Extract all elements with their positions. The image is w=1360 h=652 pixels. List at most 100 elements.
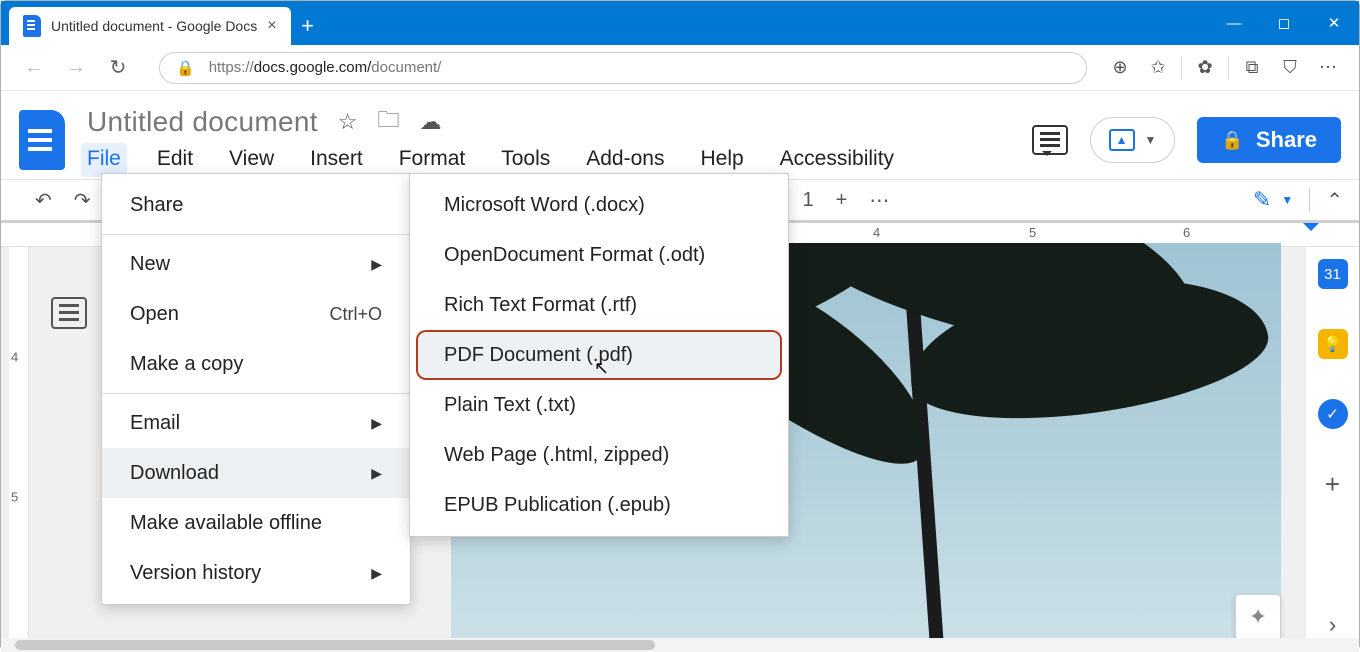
- menu-view[interactable]: View: [223, 143, 280, 177]
- ruler-mark: 5: [11, 490, 18, 505]
- separator: [1181, 56, 1182, 80]
- separator: [1309, 188, 1310, 212]
- docs-favicon: [23, 15, 41, 37]
- download-odt[interactable]: OpenDocument Format (.odt): [416, 230, 782, 280]
- file-menu-make-copy[interactable]: Make a copy: [102, 339, 410, 389]
- menu-help[interactable]: Help: [694, 143, 749, 177]
- add-button[interactable]: +: [836, 189, 848, 212]
- menu-tools[interactable]: Tools: [495, 143, 556, 177]
- download-submenu: Microsoft Word (.docx) OpenDocument Form…: [409, 173, 789, 537]
- collections-icon[interactable]: ⧉: [1235, 51, 1269, 85]
- caret-down-icon: ▼: [1281, 193, 1293, 207]
- overflow-menu-icon[interactable]: ⋯: [1311, 51, 1345, 85]
- document-title[interactable]: Untitled document: [87, 106, 318, 138]
- menu-insert[interactable]: Insert: [304, 143, 369, 177]
- zoom-icon[interactable]: ⊕: [1103, 51, 1137, 85]
- shortcut-label: Ctrl+O: [329, 304, 382, 325]
- docs-header: Untitled document ☆ 🗀 ☁ File Edit View I…: [1, 91, 1359, 179]
- lock-icon: 🔒: [1221, 130, 1243, 151]
- horizontal-scrollbar[interactable]: [1, 638, 1359, 652]
- caret-down-icon: ▼: [1145, 133, 1157, 147]
- ruler-mark: 4: [873, 225, 880, 240]
- separator: [102, 234, 410, 235]
- window-controls: — ◻ ✕: [1209, 1, 1359, 45]
- download-rtf[interactable]: Rich Text Format (.rtf): [416, 280, 782, 330]
- browser-titlebar: Untitled document - Google Docs × + — ◻ …: [1, 1, 1359, 45]
- profile-icon[interactable]: ⛉: [1273, 51, 1307, 85]
- calendar-icon[interactable]: 31: [1318, 259, 1348, 289]
- cloud-status-icon[interactable]: ☁: [420, 109, 442, 135]
- refresh-button[interactable]: ↻: [99, 49, 137, 87]
- star-icon[interactable]: ☆: [338, 109, 358, 135]
- menu-accessibility[interactable]: Accessibility: [774, 143, 900, 177]
- separator: [102, 393, 410, 394]
- document-outline-button[interactable]: [51, 297, 87, 329]
- ruler-right-indent[interactable]: [1303, 223, 1319, 239]
- move-icon[interactable]: 🗀: [378, 103, 400, 141]
- pencil-icon: ✎: [1253, 187, 1271, 213]
- close-window-button[interactable]: ✕: [1309, 1, 1359, 45]
- redo-button[interactable]: ↷: [74, 188, 91, 213]
- ruler-mark: 5: [1029, 225, 1036, 240]
- download-pdf[interactable]: PDF Document (.pdf) ↖: [416, 330, 782, 380]
- menu-addons[interactable]: Add-ons: [580, 143, 670, 177]
- google-docs-app: Untitled document ☆ 🗀 ☁ File Edit View I…: [1, 91, 1359, 652]
- file-menu-open[interactable]: OpenCtrl+O: [102, 289, 410, 339]
- file-menu-version-history[interactable]: Version history▶: [102, 548, 410, 598]
- file-menu-new[interactable]: New▶: [102, 239, 410, 289]
- file-menu-email[interactable]: Email▶: [102, 398, 410, 448]
- download-html[interactable]: Web Page (.html, zipped): [416, 430, 782, 480]
- back-button[interactable]: ←: [15, 49, 53, 87]
- share-label: Share: [1256, 127, 1317, 153]
- favorite-icon[interactable]: ✩: [1141, 51, 1175, 85]
- scrollbar-thumb[interactable]: [15, 640, 655, 650]
- tab-title: Untitled document - Google Docs: [51, 18, 257, 34]
- extensions-icon[interactable]: ✿: [1188, 51, 1222, 85]
- chevron-right-icon: ▶: [371, 465, 382, 482]
- download-epub[interactable]: EPUB Publication (.epub): [416, 480, 782, 530]
- cursor-icon: ↖: [594, 358, 609, 379]
- lock-icon: 🔒: [176, 59, 195, 77]
- download-docx[interactable]: Microsoft Word (.docx): [416, 180, 782, 230]
- docs-menubar: File Edit View Insert Format Tools Add-o…: [81, 143, 1032, 177]
- browser-address-bar: ← → ↻ 🔒 https://docs.google.com/document…: [1, 45, 1359, 91]
- file-menu-share[interactable]: Share: [102, 180, 410, 230]
- file-menu-offline[interactable]: Make available offline: [102, 498, 410, 548]
- separator: [1228, 56, 1229, 80]
- url-text: https://docs.google.com/document/: [209, 59, 442, 76]
- heading-style-label[interactable]: 1: [803, 189, 814, 212]
- share-button[interactable]: 🔒 Share: [1197, 117, 1341, 163]
- present-button[interactable]: ▲ ▼: [1090, 117, 1176, 163]
- close-tab-icon[interactable]: ×: [267, 17, 276, 35]
- file-menu-download[interactable]: Download▶: [102, 448, 410, 498]
- keep-icon[interactable]: 💡: [1318, 329, 1348, 359]
- editing-mode-button[interactable]: ✎ ▼: [1253, 187, 1293, 213]
- forward-button[interactable]: →: [57, 49, 95, 87]
- collapse-button[interactable]: ⌃: [1326, 188, 1343, 213]
- download-txt[interactable]: Plain Text (.txt): [416, 380, 782, 430]
- add-addon-icon[interactable]: +: [1325, 469, 1340, 500]
- vertical-ruler[interactable]: 4 5: [9, 247, 29, 652]
- undo-button[interactable]: ↶: [35, 188, 52, 213]
- tasks-icon[interactable]: ✓: [1318, 399, 1348, 429]
- chevron-right-icon: ▶: [371, 415, 382, 432]
- browser-tab[interactable]: Untitled document - Google Docs ×: [9, 7, 291, 45]
- menu-format[interactable]: Format: [393, 143, 472, 177]
- explore-button[interactable]: ✦: [1235, 594, 1281, 640]
- present-icon: ▲: [1109, 129, 1135, 151]
- maximize-button[interactable]: ◻: [1259, 1, 1309, 45]
- new-tab-button[interactable]: +: [291, 7, 325, 45]
- side-panel-rail: 31 💡 ✓ + ›: [1305, 247, 1359, 652]
- ruler-mark: 6: [1183, 225, 1190, 240]
- ruler-mark: 4: [11, 350, 18, 365]
- file-menu-dropdown: Share New▶ OpenCtrl+O Make a copy Email▶…: [101, 173, 411, 605]
- open-comments-button[interactable]: [1032, 125, 1068, 155]
- minimize-button[interactable]: —: [1209, 1, 1259, 45]
- more-toolbar-icon[interactable]: ⋯: [869, 188, 889, 213]
- menu-edit[interactable]: Edit: [151, 143, 199, 177]
- chevron-right-icon: ▶: [371, 256, 382, 273]
- url-field[interactable]: 🔒 https://docs.google.com/document/: [159, 52, 1087, 84]
- docs-logo[interactable]: [19, 110, 65, 170]
- hide-side-panel-icon[interactable]: ›: [1329, 612, 1336, 638]
- menu-file[interactable]: File: [81, 143, 127, 177]
